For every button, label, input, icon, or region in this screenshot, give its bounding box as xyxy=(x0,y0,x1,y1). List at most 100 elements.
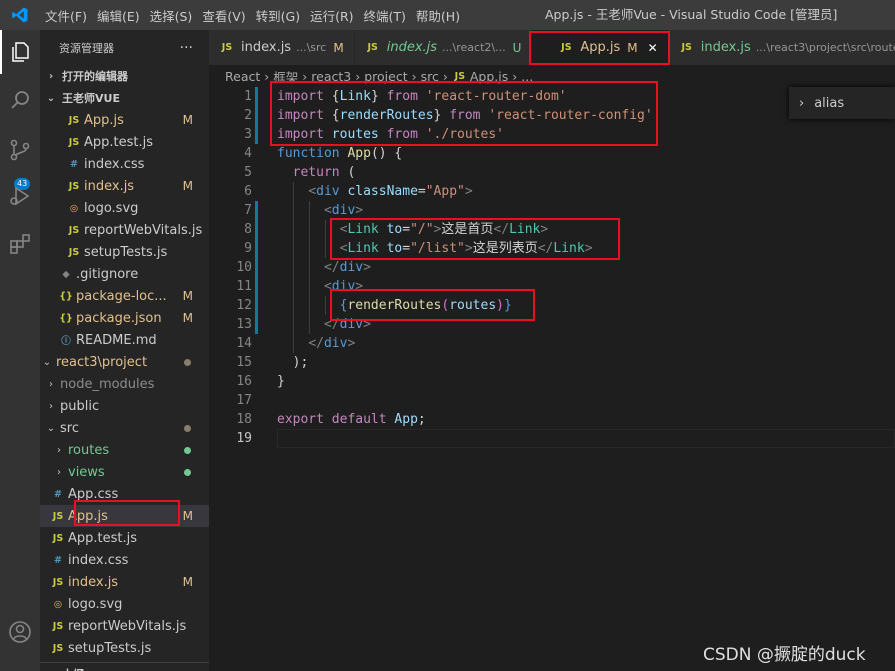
file-item[interactable]: JS reportWebVitals.js xyxy=(40,219,209,241)
file-item[interactable]: JS App.test.js xyxy=(40,131,209,153)
token: div xyxy=(339,260,364,275)
workspace-root[interactable]: ⌄ 王老师VUE xyxy=(40,87,209,109)
tab-index-js[interactable]: JS index.js ...\src M xyxy=(209,30,355,65)
breadcrumb-item[interactable]: React xyxy=(225,69,260,84)
token: < xyxy=(308,184,317,199)
run-debug-icon[interactable] xyxy=(0,174,40,218)
file-item[interactable]: ◎ logo.svg xyxy=(40,593,209,615)
token: > xyxy=(355,203,364,218)
outline-section[interactable]: ›大纲 xyxy=(40,662,209,671)
chevron-icon: ⌄ xyxy=(46,422,56,434)
folder-item[interactable]: › routes xyxy=(40,439,209,461)
folder-item[interactable]: › node_modules xyxy=(40,373,209,395)
token: > xyxy=(347,336,356,351)
title-bar: 文件(F) 编辑(E) 选择(S) 查看(V) 转到(G) 运行(R) 终端(T) 帮助(H)… xyxy=(0,0,895,30)
js-file-icon: JS xyxy=(68,224,80,236)
code-line: 17 xyxy=(209,391,895,410)
folder-item[interactable]: ⌄ react3\project xyxy=(40,351,209,373)
file-item[interactable]: {} package.json M xyxy=(40,307,209,329)
line-number: 8 xyxy=(244,222,252,237)
line-number: 10 xyxy=(236,260,252,275)
file-item[interactable]: ◎ logo.svg xyxy=(40,197,209,219)
js-file-icon: JS xyxy=(52,510,64,522)
line-number: 14 xyxy=(236,336,252,351)
line-number: 6 xyxy=(244,184,252,199)
source-control-icon[interactable] xyxy=(0,128,40,172)
menu-item[interactable]: 帮助(H) xyxy=(411,6,465,25)
menu-item[interactable]: 转到(G) xyxy=(251,6,305,25)
code-editor[interactable]: 1 import {Link} from 'react-router-dom' 2 i… xyxy=(209,87,895,671)
find-widget[interactable]: › alias xyxy=(789,87,895,119)
git-status-dot xyxy=(184,424,191,432)
file-item[interactable]: JS index.js M xyxy=(40,175,209,197)
explorer-sidebar: 资源管理器 ··· › 打开的编辑器 ⌄ 王老师VUE JS App.js M JS App… xyxy=(40,30,209,671)
find-input[interactable]: alias xyxy=(814,96,844,111)
file-item[interactable]: # index.css xyxy=(40,153,209,175)
tab-index-js[interactable]: JS index.js ...\react3\project\src\routes xyxy=(668,30,895,65)
git-status-badge: M xyxy=(182,311,193,325)
file-item[interactable]: ◆ .gitignore xyxy=(40,263,209,285)
svg-file-icon: ◎ xyxy=(69,202,79,214)
git-status-badge: M xyxy=(182,179,193,193)
file-item[interactable]: {} package-loc... M xyxy=(40,285,209,307)
file-name: react3\project xyxy=(56,354,148,370)
folder-item[interactable]: ⌄ src xyxy=(40,417,209,439)
file-item[interactable]: JS index.js M xyxy=(40,571,209,593)
code-line: 10 </div> xyxy=(209,258,895,277)
find-toggle-icon[interactable]: › xyxy=(799,96,804,111)
highlight-render-routes xyxy=(330,289,535,321)
file-item[interactable]: JS setupTests.js xyxy=(40,637,209,659)
js-file-icon: JS xyxy=(52,576,64,588)
file-name: .gitignore xyxy=(76,266,139,282)
chevron-down-icon: ⌄ xyxy=(46,92,56,104)
file-name: reportWebVitals.js xyxy=(84,222,203,238)
code-text: </div> xyxy=(277,334,355,353)
code-line: 4 function App() { xyxy=(209,144,895,163)
file-item[interactable]: # index.css xyxy=(40,549,209,571)
token: = xyxy=(417,184,426,199)
more-actions-icon[interactable]: ··· xyxy=(180,40,193,56)
file-item[interactable]: JS setupTests.js xyxy=(40,241,209,263)
line-number: 17 xyxy=(236,393,252,408)
file-item[interactable]: JS App.test.js xyxy=(40,527,209,549)
js-file-icon: JS xyxy=(68,246,80,258)
menu-item[interactable]: 编辑(E) xyxy=(92,6,145,25)
js-file-icon: JS xyxy=(52,532,64,544)
line-number: 4 xyxy=(244,146,252,161)
highlight-active-tab xyxy=(529,31,670,65)
file-name: index.js xyxy=(84,178,135,194)
menu-item[interactable]: 运行(R) xyxy=(305,6,358,25)
menu-item[interactable]: 终端(T) xyxy=(359,6,411,25)
folder-item[interactable]: › views xyxy=(40,461,209,483)
line-number: 11 xyxy=(236,279,252,294)
search-icon[interactable] xyxy=(0,78,40,122)
tab-label: index.js xyxy=(386,40,438,55)
highlight-imports xyxy=(270,81,658,146)
file-item[interactable]: ⓘ README.md xyxy=(40,329,209,351)
code-line: 18 export default App; xyxy=(209,410,895,429)
open-editors-section[interactable]: › 打开的编辑器 xyxy=(40,65,209,87)
token: </ xyxy=(323,260,340,275)
menu-item[interactable]: 文件(F) xyxy=(40,6,92,25)
git-file-icon: ◆ xyxy=(62,268,70,280)
extensions-icon[interactable] xyxy=(0,222,40,266)
code-text: <div className="App"> xyxy=(277,182,472,201)
explorer-icon[interactable] xyxy=(0,30,40,74)
token: return xyxy=(292,165,340,180)
code-line: 14 </div> xyxy=(209,334,895,353)
json-file-icon: {} xyxy=(59,290,73,302)
menu-bar: 文件(F) 编辑(E) 选择(S) 查看(V) 转到(G) 运行(R) 终端(T) 帮助(H) xyxy=(40,0,465,30)
menu-item[interactable]: 查看(V) xyxy=(197,6,250,25)
file-name: index.css xyxy=(68,552,129,568)
token: < xyxy=(323,203,332,218)
folder-item[interactable]: › public xyxy=(40,395,209,417)
account-icon[interactable] xyxy=(0,610,40,654)
file-name: App.js xyxy=(84,112,124,128)
tab-index-js[interactable]: JS index.js ...\react2\... U xyxy=(354,30,533,65)
tab-description: ...\react2\... xyxy=(442,41,506,54)
code-text: } xyxy=(277,372,285,391)
file-item[interactable]: JS App.js M xyxy=(40,109,209,131)
menu-item[interactable]: 选择(S) xyxy=(145,6,198,25)
file-item[interactable]: JS reportWebVitals.js xyxy=(40,615,209,637)
code-line: 6 <div className="App"> xyxy=(209,182,895,201)
